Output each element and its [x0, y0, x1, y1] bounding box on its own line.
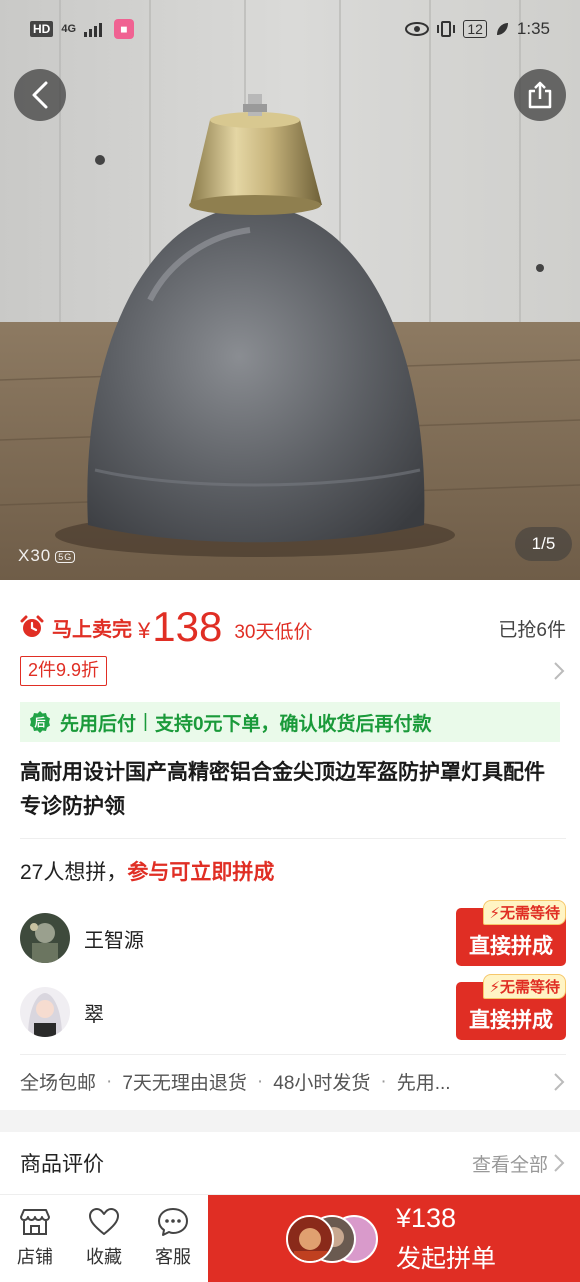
- launch-label: 发起拼单: [396, 1245, 497, 1273]
- svg-text:后: 后: [35, 715, 46, 729]
- pay-after-banner[interactable]: 后 先用后付 | 支持0元下单，确认收货后再付款: [20, 702, 560, 742]
- service-item: 先用...: [396, 1073, 451, 1094]
- heart-icon: [89, 1208, 119, 1235]
- store-tab[interactable]: 店铺: [0, 1207, 70, 1269]
- product-photo: [0, 0, 580, 580]
- start-group-buy-button[interactable]: ¥138 发起拼单: [208, 1195, 580, 1282]
- sellout-label: 马上卖完: [52, 618, 132, 641]
- chevron-right-icon: [554, 1154, 565, 1172]
- status-bar: HD 4G ◼ 12 1:35: [0, 0, 580, 58]
- avatar: [20, 913, 70, 963]
- currency-symbol: ¥: [138, 618, 151, 643]
- avatar: [20, 987, 70, 1037]
- pay-after-text: 支持0元下单，确认收货后再付款: [154, 713, 432, 735]
- price-value: 138: [152, 603, 223, 650]
- group-buy-count: 27人想拼，: [20, 861, 128, 884]
- group-buy-header: 27人想拼，参与可立即拼成: [20, 856, 274, 886]
- app-notification-icon: ◼: [114, 19, 135, 39]
- bottom-action-bar: 店铺 收藏 客服 ¥138 发起拼单: [0, 1194, 580, 1282]
- launch-price: ¥138: [396, 1203, 457, 1233]
- camera-watermark: X30 5G: [18, 546, 76, 566]
- coupon-tag: 2件9.9折: [20, 656, 108, 686]
- alarm-clock-icon: [20, 615, 44, 637]
- signal-icon: [84, 23, 103, 37]
- member-name: 王智源: [84, 929, 144, 952]
- reviews-section-header[interactable]: 商品评价 查看全部: [0, 1132, 580, 1194]
- service-guarantees[interactable]: 全场包邮 · 7天无理由退货 · 48小时发货 · 先用...: [20, 1068, 566, 1095]
- join-group-button[interactable]: ⚡无需等待 直接拼成: [456, 900, 566, 966]
- join-group-label: 直接拼成: [469, 935, 553, 958]
- gallery-page-indicator: 1/5: [515, 527, 572, 561]
- no-wait-badge: ⚡无需等待: [483, 900, 566, 925]
- sold-count: 已抢6件: [498, 619, 566, 641]
- watermark-badge: 5G: [55, 550, 76, 563]
- price-row: 马上卖完 ¥ 138 30天低价 已抢6件: [20, 602, 566, 652]
- chevron-right-icon: [554, 662, 565, 680]
- group-buy-highlight: 参与可立即拼成: [127, 861, 275, 884]
- battery-indicator: 12: [463, 20, 487, 38]
- join-group-label: 直接拼成: [469, 1009, 553, 1032]
- chat-bubble-icon: [158, 1208, 188, 1236]
- favorite-label: 收藏: [86, 1247, 122, 1267]
- network-indicator: 4G: [61, 22, 77, 35]
- pay-after-badge-icon: 后: [30, 711, 50, 733]
- product-info-card: 马上卖完 ¥ 138 30天低价 已抢6件 2件9.9折 后 先用后付 | 支持…: [0, 580, 580, 1110]
- pay-after-label: 先用后付: [60, 713, 137, 735]
- hd-indicator: HD: [30, 21, 54, 37]
- eye-icon: [405, 22, 430, 36]
- service-item: 7天无理由退货: [122, 1073, 247, 1094]
- customer-service-tab[interactable]: 客服: [138, 1207, 208, 1269]
- chevron-left-icon: [32, 81, 48, 109]
- service-item: 全场包邮: [20, 1073, 97, 1094]
- no-wait-badge: ⚡无需等待: [483, 974, 566, 999]
- store-icon: [20, 1209, 50, 1235]
- favorite-tab[interactable]: 收藏: [69, 1207, 139, 1269]
- product-title: 高耐用设计国产高精密铝合金尖顶边军盔防护罩灯具配件专诊防护领: [20, 761, 545, 818]
- member-name: 翠: [84, 1003, 104, 1026]
- product-image-gallery[interactable]: HD 4G ◼ 12 1:35 X30 5G 1/5: [0, 0, 580, 580]
- watermark-text: X30: [18, 546, 52, 565]
- share-icon: [528, 81, 552, 109]
- service-label: 客服: [155, 1247, 191, 1267]
- clock-time: 1:35: [516, 19, 550, 38]
- leaf-icon: [496, 23, 508, 35]
- service-item: 48小时发货: [273, 1073, 371, 1094]
- reviews-title: 商品评价: [20, 1153, 104, 1176]
- vibrate-icon: [437, 21, 456, 37]
- chevron-right-icon: [554, 1072, 565, 1091]
- pay-after-separator: |: [143, 711, 148, 732]
- join-group-button[interactable]: ⚡无需等待 直接拼成: [456, 974, 566, 1040]
- low-price-tag: 30天低价: [234, 621, 313, 643]
- back-button[interactable]: [14, 69, 66, 121]
- group-avatars: [286, 1215, 386, 1263]
- share-button[interactable]: [514, 69, 566, 121]
- group-member-row: 翠 ⚡无需等待 直接拼成: [20, 974, 566, 1042]
- divider: [20, 1054, 566, 1055]
- divider: [20, 838, 566, 839]
- view-all-reviews-link[interactable]: 查看全部: [472, 1150, 566, 1177]
- view-all-label: 查看全部: [471, 1154, 548, 1176]
- avatar: [286, 1215, 334, 1263]
- store-label: 店铺: [17, 1247, 53, 1267]
- coupon-row[interactable]: 2件9.9折: [20, 656, 566, 686]
- group-member-row: 王智源 ⚡无需等待 直接拼成: [20, 900, 566, 968]
